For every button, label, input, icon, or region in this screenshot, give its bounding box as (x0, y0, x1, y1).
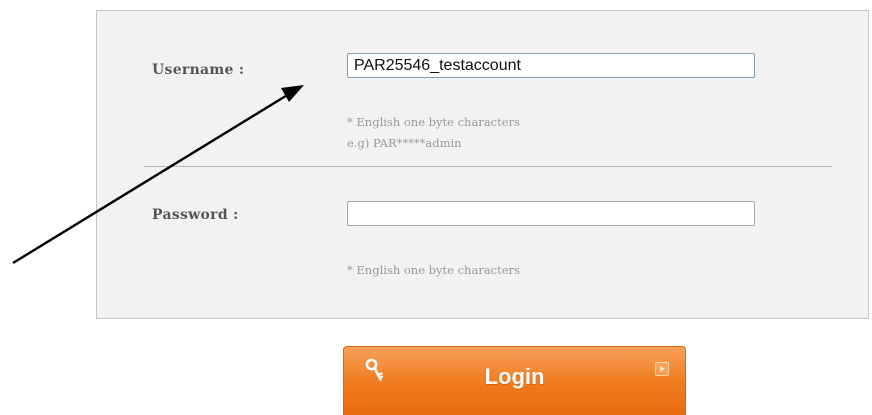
username-hint-line2: e.g) PAR*****admin (347, 136, 462, 150)
username-hint-line1: * English one byte characters (347, 115, 520, 129)
arrow-right-icon (655, 362, 669, 376)
divider (144, 166, 832, 167)
password-label: Password : (152, 207, 239, 223)
password-hint: * English one byte characters (347, 260, 520, 281)
password-hint-line1: * English one byte characters (347, 263, 520, 277)
username-label: Username : (152, 62, 245, 78)
login-panel: Username : * English one byte characters… (96, 10, 869, 319)
username-input[interactable] (347, 53, 755, 78)
login-label: Login (484, 364, 545, 389)
password-input[interactable] (347, 201, 755, 226)
login-button[interactable]: Login (343, 346, 686, 415)
username-hint: * English one byte characters e.g) PAR**… (347, 112, 520, 154)
